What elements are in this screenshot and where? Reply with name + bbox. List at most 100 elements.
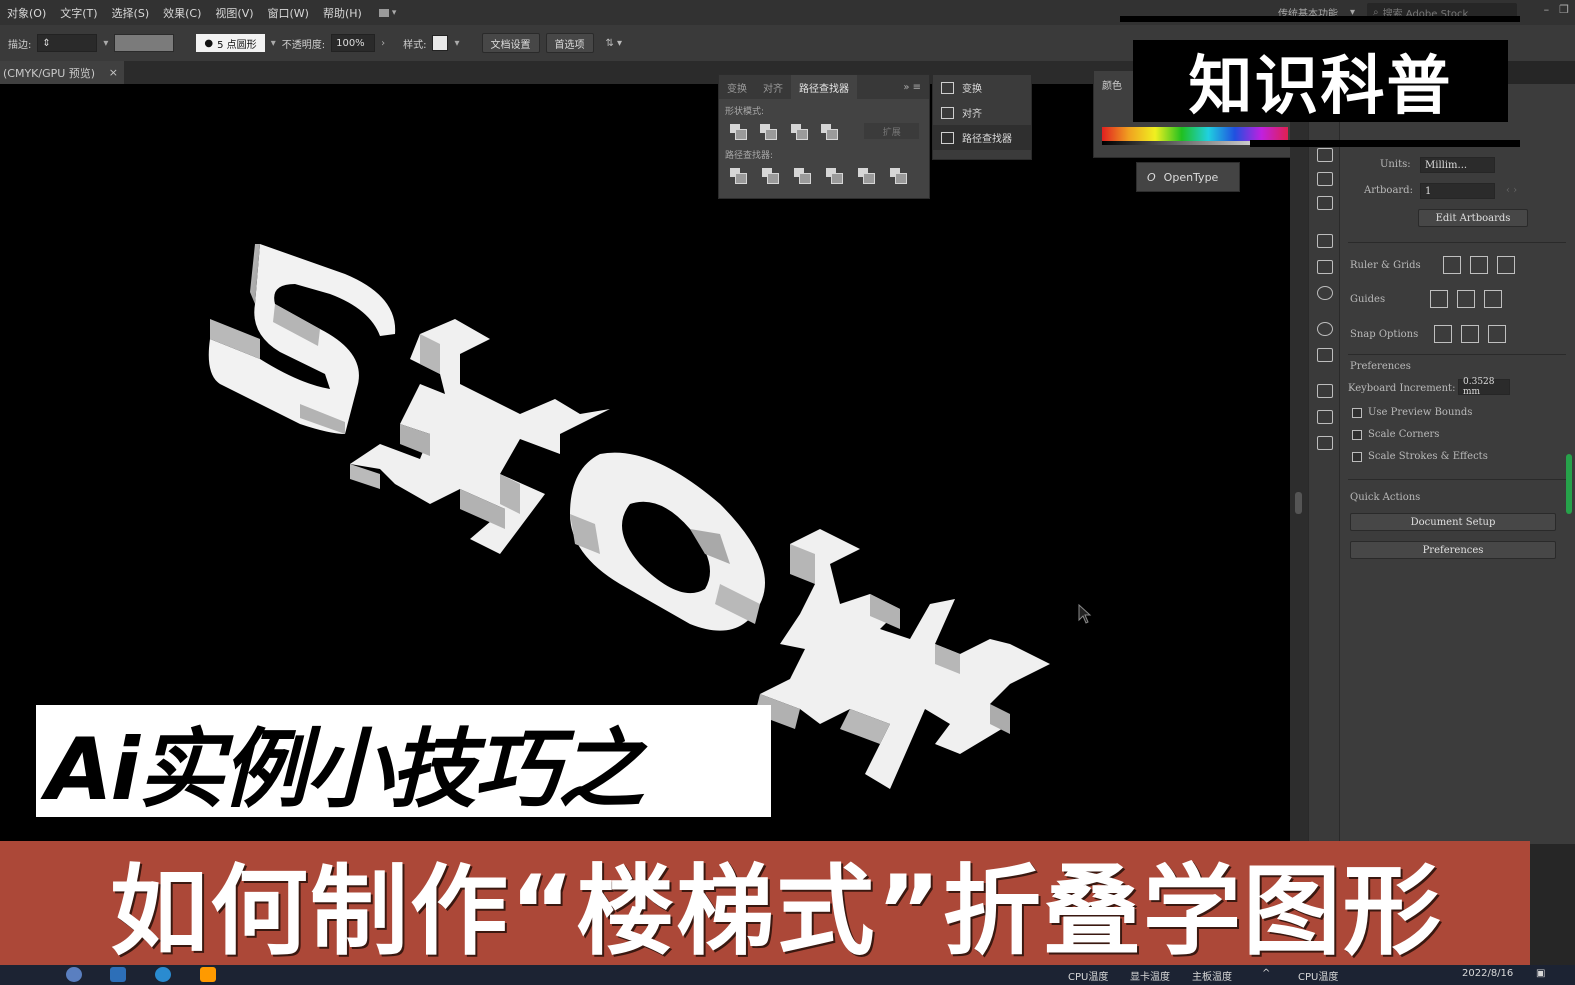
transparency-icon[interactable] — [1317, 286, 1333, 300]
document-tab[interactable]: (CMYK/GPU 预览) × — [0, 61, 124, 84]
document-setup-button[interactable]: 文档设置 — [481, 33, 540, 53]
opacity-field[interactable]: 100% — [331, 34, 376, 52]
illustrator-icon[interactable] — [200, 967, 216, 982]
explorer-icon[interactable] — [110, 967, 126, 982]
pathfinder-panel: 变换 对齐 路径查找器 » ≡ 形状模式: 扩展 路径查找器: — [718, 74, 930, 199]
arrange-documents-icon[interactable]: ▾ — [378, 6, 409, 20]
menu-window[interactable]: 窗口(W) — [261, 5, 316, 21]
chevron-down-icon[interactable]: ▾ — [454, 38, 459, 49]
pathfinders-label: 路径查找器: — [725, 151, 774, 161]
panel-scrollbar[interactable] — [1566, 454, 1572, 514]
unite-icon[interactable] — [729, 123, 748, 140]
browser-icon[interactable] — [66, 967, 82, 982]
video-title-banner: 如何制作“楼梯式”折叠学图形 — [0, 841, 1530, 965]
board-temp-widget[interactable]: 主板温度 — [1192, 968, 1232, 983]
gradient-icon[interactable] — [1317, 260, 1333, 274]
minus-front-icon[interactable] — [759, 123, 778, 140]
chevron-down-icon[interactable]: ▾ — [103, 38, 108, 49]
preferences-button[interactable]: Preferences — [1350, 541, 1556, 559]
grid-icon[interactable] — [1470, 256, 1488, 274]
keyboard-increment-field[interactable]: 0.3528 mm — [1458, 377, 1510, 397]
edit-artboards-button[interactable]: Edit Artboards — [1418, 209, 1528, 227]
stroke-label: 描边: — [8, 39, 32, 51]
dock-item-transform[interactable]: 变换 — [933, 75, 1031, 100]
scale-strokes-effects-checkbox[interactable]: Scale Strokes & Effects — [1352, 451, 1488, 462]
document-setup-button[interactable]: Document Setup — [1350, 513, 1556, 531]
close-icon[interactable]: × — [109, 66, 118, 79]
pointer-cursor-icon — [1078, 604, 1092, 624]
opentype-panel-button[interactable]: O OpenType — [1136, 162, 1240, 192]
collapsed-panel-dock: 变换 对齐 路径查找器 — [932, 74, 1032, 160]
trim-icon[interactable] — [761, 167, 779, 184]
scale-corners-checkbox[interactable]: Scale Corners — [1352, 429, 1439, 440]
divide-icon[interactable] — [729, 167, 747, 184]
menu-type[interactable]: 文字(T) — [53, 5, 104, 21]
merge-icon[interactable] — [793, 167, 811, 184]
dock-item-pathfinder[interactable]: 路径查找器 — [933, 125, 1031, 150]
tab-pathfinder[interactable]: 路径查找器 — [791, 75, 857, 99]
letter-w — [755, 529, 1050, 789]
opacity-label: 不透明度: — [281, 39, 326, 51]
pathfinder-icon — [941, 131, 954, 144]
divider — [1348, 242, 1566, 243]
lock-guides-icon[interactable] — [1457, 290, 1475, 308]
puppet-warp-icon[interactable] — [1317, 172, 1333, 186]
menu-view[interactable]: 视图(V) — [208, 5, 260, 21]
snap-to-pixel-icon[interactable] — [1461, 325, 1479, 343]
video-subtitle: Ai实例小技巧之 — [36, 705, 771, 820]
notification-icon[interactable]: ▣ — [1536, 968, 1545, 979]
outline-icon[interactable] — [857, 167, 875, 184]
gpu-temp-widget[interactable]: 显卡温度 — [1130, 968, 1170, 983]
crop-icon[interactable] — [825, 167, 843, 184]
artboard-nav-icon[interactable]: ‹ › — [1506, 185, 1517, 196]
intersect-icon[interactable] — [790, 123, 809, 140]
tab-align[interactable]: 对齐 — [755, 75, 791, 99]
artboards-icon[interactable] — [1317, 148, 1333, 162]
artboard-select[interactable]: 1 — [1420, 183, 1495, 199]
tab-transform[interactable]: 变换 — [719, 75, 755, 99]
panel-menu-icon[interactable]: » ≡ — [903, 82, 929, 93]
chevron-right-icon[interactable]: › — [381, 38, 385, 49]
cpu-temp-widget[interactable]: CPU温度 — [1068, 968, 1108, 983]
graphic-style-swatch[interactable] — [432, 35, 449, 51]
units-select[interactable]: Millim... — [1420, 157, 1495, 173]
chevron-down-icon[interactable]: ▾ — [271, 38, 276, 49]
arrange-icon[interactable]: ⇅ ▾ — [606, 38, 623, 49]
preferences-button[interactable]: 首选项 — [545, 33, 594, 53]
dock-item-align[interactable]: 对齐 — [933, 100, 1031, 125]
exclude-icon[interactable] — [820, 123, 839, 140]
layers-icon[interactable] — [1317, 384, 1333, 398]
menu-object[interactable]: 对象(O) — [0, 5, 53, 21]
color-spectrum[interactable] — [1102, 127, 1288, 141]
restore-icon[interactable]: ❐ — [1559, 3, 1569, 16]
menu-effect[interactable]: 效果(C) — [156, 5, 208, 21]
menu-select[interactable]: 选择(S) — [105, 5, 157, 21]
stroke-weight-field[interactable]: ⇕ — [37, 34, 98, 52]
symbols-icon[interactable] — [1317, 196, 1333, 210]
cpu-temp-widget-2[interactable]: CPU温度 — [1298, 968, 1338, 983]
brush-definition[interactable]: ● 5 点圆形 — [196, 34, 265, 52]
menu-help[interactable]: 帮助(H) — [316, 5, 369, 21]
stroke-icon[interactable] — [1317, 234, 1333, 248]
graphic-styles-icon[interactable] — [1317, 348, 1333, 362]
minus-back-icon[interactable] — [889, 167, 907, 184]
export-icon[interactable] — [1317, 410, 1333, 424]
variable-width-profile[interactable] — [114, 34, 175, 52]
use-preview-bounds-checkbox[interactable]: Use Preview Bounds — [1352, 407, 1472, 418]
snap-to-point-icon[interactable] — [1434, 325, 1452, 343]
clock-date[interactable]: 2022/8/16 — [1462, 968, 1513, 979]
smart-guides-icon[interactable] — [1484, 290, 1502, 308]
ruler-icon[interactable] — [1443, 256, 1461, 274]
scrollbar-thumb[interactable] — [1295, 492, 1302, 514]
show-guides-icon[interactable] — [1430, 290, 1448, 308]
vertical-scrollbar[interactable] — [1290, 84, 1308, 844]
tray-chevron-icon[interactable]: ^ — [1262, 968, 1270, 979]
appearance-icon[interactable] — [1317, 322, 1333, 336]
edge-icon[interactable] — [155, 967, 171, 982]
minimize-icon[interactable]: – — [1544, 3, 1550, 16]
expand-button[interactable]: 扩展 — [864, 123, 919, 139]
quick-actions-label: Quick Actions — [1350, 492, 1421, 503]
snap-to-glyph-icon[interactable] — [1488, 325, 1506, 343]
transparency-grid-icon[interactable] — [1497, 256, 1515, 274]
asset-export-icon[interactable] — [1317, 436, 1333, 450]
